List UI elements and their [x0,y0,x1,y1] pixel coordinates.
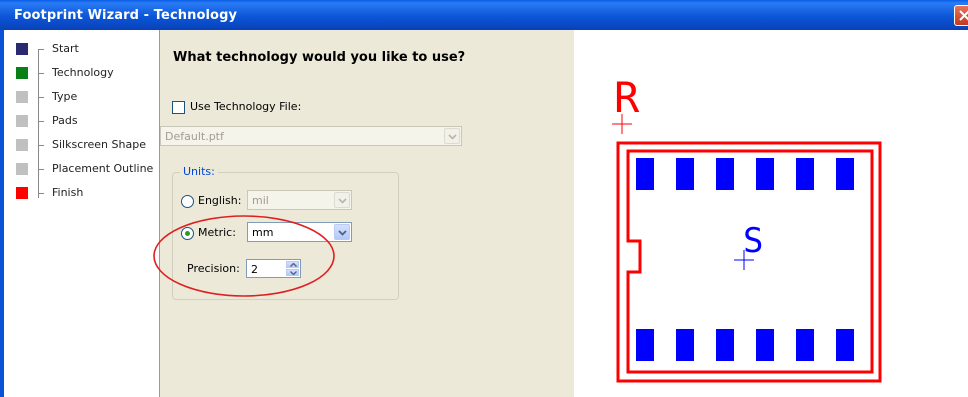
pad [836,329,854,361]
pad [716,158,734,190]
english-units-select[interactable]: mil [247,190,352,210]
top-pad-row [636,158,854,190]
english-units-value: mil [252,194,269,207]
close-icon [959,10,968,21]
units-group-label: Units: [180,165,218,178]
step-label: Pads [52,114,78,127]
pad [836,158,854,190]
outline-inner [626,149,874,374]
pad [756,158,774,190]
chevron-down-icon[interactable] [334,192,350,208]
page-heading: What technology would you like to use? [173,50,466,65]
pad [636,158,654,190]
step-label: Placement Outline [52,162,154,175]
footprint-preview: R S [574,30,968,397]
use-technology-file-checkbox[interactable] [172,101,185,114]
use-technology-file-label[interactable]: Use Technology File: [190,100,301,113]
footprint-preview-canvas: R S [612,73,882,383]
step-indicator-icon [16,187,28,199]
pad [796,329,814,361]
english-radio[interactable] [181,195,194,208]
pad [676,329,694,361]
pad [636,329,654,361]
step-indicator-icon [16,115,28,127]
title-bar[interactable]: Footprint Wizard - Technology [0,0,968,30]
step-label: Finish [52,186,84,199]
step-label: Start [52,42,79,55]
wizard-steps-pane: Start Technology Type Pads Silkscreen Sh… [4,30,160,397]
pad [756,329,774,361]
pad [716,329,734,361]
pad [796,158,814,190]
english-label: English: [198,194,242,207]
step-label: Silkscreen Shape [52,138,146,151]
step-label: Type [52,90,78,103]
technology-file-select[interactable]: Default.ptf [160,126,462,146]
step-indicator-icon [16,67,28,79]
value-label: S [743,221,763,261]
step-indicator-icon [16,163,28,175]
step-indicator-icon [16,139,28,151]
window-title: Footprint Wizard - Technology [14,8,238,23]
bottom-pad-row [636,329,854,361]
pad [676,158,694,190]
step-indicator-icon [16,43,28,55]
step-indicator-icon [16,91,28,103]
close-button[interactable] [954,5,968,26]
highlight-ellipse-annotation [153,215,335,297]
ref-designator-label: R [614,73,640,122]
technology-file-value: Default.ptf [165,130,224,143]
step-label: Technology [52,66,114,79]
chevron-down-icon[interactable] [444,128,460,144]
